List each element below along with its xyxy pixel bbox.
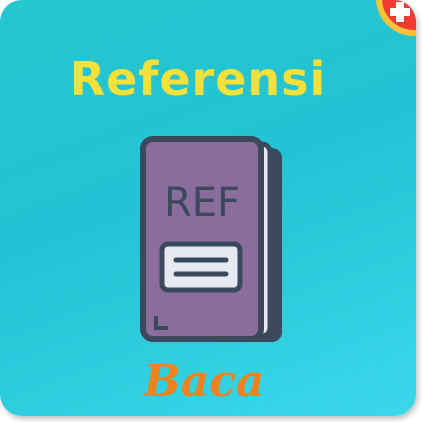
referensi-card[interactable]: Referensi REF Baca [0,0,416,416]
read-button[interactable]: Baca [0,356,408,407]
card-title: Referensi [69,52,327,106]
book-cover-text: REF [164,180,240,226]
book-icon: REF [140,136,282,342]
add-badge[interactable] [376,0,416,36]
